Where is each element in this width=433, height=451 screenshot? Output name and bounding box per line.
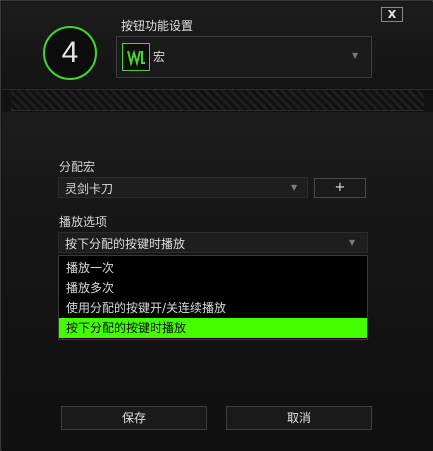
chevron-down-icon: ▼ — [349, 238, 356, 247]
chevron-down-icon: ▼ — [352, 51, 359, 60]
list-item[interactable]: 播放多次 — [59, 278, 367, 298]
playback-select[interactable]: 按下分配的按键时播放 ▼ — [58, 232, 368, 253]
macro-select-value: 灵剑卡刀 — [65, 182, 114, 196]
header-divider — [2, 89, 433, 112]
cancel-button[interactable]: 取消 — [226, 406, 372, 430]
close-button[interactable]: X — [381, 7, 403, 22]
macro-select[interactable]: 灵剑卡刀 ▼ — [58, 177, 308, 198]
key-number-badge: 4 — [43, 26, 97, 80]
playback-label: 播放选项 — [59, 215, 108, 229]
function-select-value: 宏 — [153, 50, 166, 64]
playback-options-list: 播放一次 播放多次 使用分配的按键开/关连续播放 按下分配的按键时播放 — [58, 255, 368, 340]
list-item[interactable]: 使用分配的按键开/关连续播放 — [59, 298, 367, 318]
list-item-selected[interactable]: 按下分配的按键时播放 — [59, 318, 367, 338]
playback-select-value: 按下分配的按键时播放 — [65, 237, 186, 251]
list-item[interactable]: 播放一次 — [59, 258, 367, 278]
macro-icon — [122, 43, 150, 71]
button-assignment-dialog: X 4 按钮功能设置 宏 ▼ 分配宏 灵剑卡刀 ▼ + 播放选项 按下分配的按键… — [0, 0, 433, 451]
chevron-down-icon: ▼ — [291, 183, 298, 192]
save-button[interactable]: 保存 — [61, 406, 207, 430]
add-macro-button[interactable]: + — [314, 178, 366, 198]
function-label: 按钮功能设置 — [121, 19, 194, 33]
macro-label: 分配宏 — [59, 160, 96, 174]
function-select[interactable]: 宏 ▼ — [116, 36, 372, 78]
